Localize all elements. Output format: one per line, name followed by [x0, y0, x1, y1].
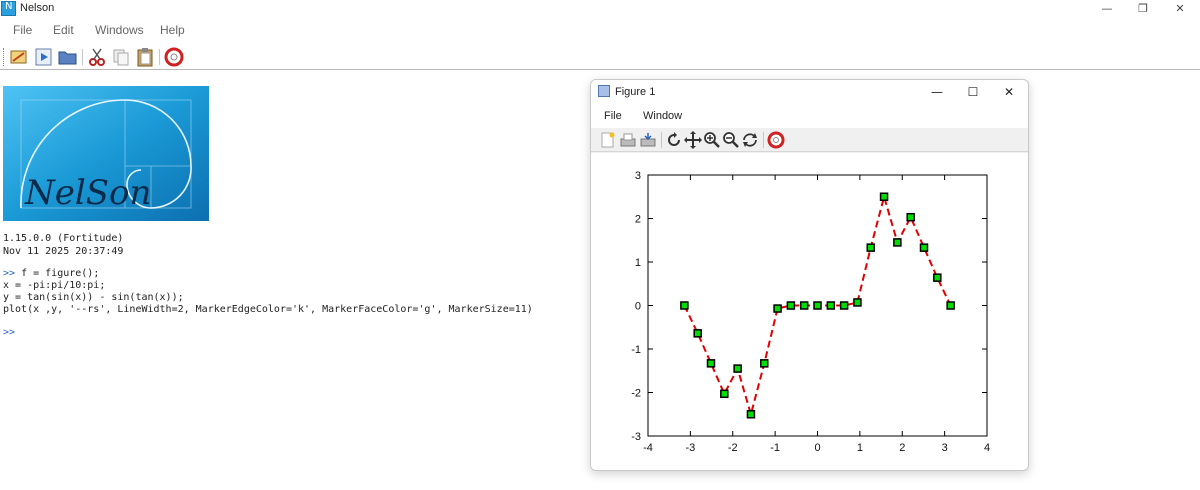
command-text: f = figure();: [15, 268, 100, 279]
app-title: Nelson: [20, 2, 55, 14]
y-tick-label: -2: [631, 388, 641, 400]
console-prompt: >>: [3, 268, 16, 279]
figure-close-button[interactable]: ✕: [991, 80, 1027, 104]
figure-canvas[interactable]: -4 -3 -2 -1 0 1 2 3 4 -3 -2 -1 0 1 2 3: [591, 153, 1028, 470]
cut-icon[interactable]: [87, 47, 107, 67]
x-tick-label: -4: [643, 442, 653, 454]
main-menubar: File Edit Windows Help: [0, 20, 1200, 42]
zoom-out-icon[interactable]: [722, 131, 740, 149]
rotate-icon[interactable]: [665, 131, 683, 149]
version-text: 1.15.0.0 (Fortitude): [3, 233, 124, 244]
data-point-marker: [866, 243, 875, 252]
figure-window: Figure 1 — ☐ ✕ File Window -4 -3 -2 -1 0…: [590, 79, 1029, 471]
build-date-text: Nov 11 2025 20:37:49: [3, 246, 124, 257]
menu-windows[interactable]: Windows: [95, 23, 144, 37]
figure-title: Figure 1: [615, 86, 656, 98]
copy-icon[interactable]: [111, 47, 131, 67]
command-text: x = -pi:pi/10:pi;: [3, 280, 106, 291]
command-text: y = tan(sin(x)) - sin(tan(x));: [3, 292, 184, 303]
data-point-marker: [799, 301, 809, 310]
data-point-marker: [879, 192, 889, 201]
y-tick-label: -1: [631, 344, 641, 356]
figure-icon: [598, 85, 610, 97]
restore-button[interactable]: ❐: [1126, 0, 1160, 18]
editor-icon[interactable]: [9, 47, 29, 67]
data-point-marker: [773, 304, 782, 313]
close-button[interactable]: ✕: [1163, 0, 1197, 18]
figure-maximize-button[interactable]: ☐: [955, 80, 991, 104]
figure-menu-window[interactable]: Window: [643, 110, 682, 122]
toolbar-grip[interactable]: [3, 48, 5, 66]
toolbar-separator: [82, 49, 83, 65]
y-tick-label: -3: [631, 431, 641, 443]
export-icon[interactable]: [639, 131, 657, 149]
help-icon[interactable]: [767, 131, 785, 149]
data-point-marker: [733, 364, 742, 373]
menu-edit[interactable]: Edit: [53, 23, 74, 37]
y-tick-label: 2: [635, 214, 641, 226]
print-icon[interactable]: [619, 131, 637, 149]
menu-file[interactable]: File: [13, 23, 32, 37]
console-input-prompt[interactable]: >>: [3, 327, 15, 338]
figure-menu-file[interactable]: File: [604, 110, 622, 122]
data-point-marker: [693, 329, 702, 338]
data-point-marker: [906, 212, 915, 222]
x-tick-label: 4: [984, 442, 990, 454]
y-tick-label: 0: [635, 301, 641, 313]
data-point-marker: [933, 273, 942, 282]
pan-icon[interactable]: [684, 131, 702, 149]
line-plot: -4 -3 -2 -1 0 1 2 3 4-3-2-10123: [631, 170, 990, 454]
nelson-app-icon: [1, 1, 16, 16]
data-point-marker: [839, 301, 849, 310]
data-point-marker: [706, 359, 716, 368]
x-tick-label: -2: [728, 442, 738, 454]
command-text: plot(x ,y, '--rs', LineWidth=2, MarkerEd…: [3, 304, 533, 315]
data-point-marker: [760, 359, 769, 368]
open-folder-icon[interactable]: [58, 47, 78, 67]
data-point-marker: [813, 301, 822, 310]
help-icon[interactable]: [164, 47, 184, 67]
minimize-button[interactable]: —: [1090, 0, 1124, 18]
data-point-marker: [893, 238, 902, 247]
run-icon[interactable]: [34, 47, 54, 67]
figure-menubar: File Window: [591, 104, 1028, 128]
figure-minimize-button[interactable]: —: [919, 80, 955, 104]
figure-toolbar-separator: [763, 132, 764, 148]
x-tick-label: 2: [899, 442, 905, 454]
data-point-marker: [720, 389, 729, 399]
console-command-line: >> f = figure();: [3, 268, 99, 279]
app-titlebar: Nelson — ❐ ✕: [0, 0, 1200, 18]
y-tick-label: 3: [635, 170, 641, 182]
refresh-icon[interactable]: [741, 131, 759, 149]
data-point-marker: [853, 298, 862, 307]
data-point-marker: [946, 301, 955, 310]
data-point-marker: [919, 243, 929, 252]
figure-titlebar: Figure 1 — ☐ ✕: [591, 80, 1028, 104]
data-point-marker: [680, 301, 689, 310]
x-tick-label: -3: [685, 442, 695, 454]
figure-toolbar-separator: [661, 132, 662, 148]
data-point-marker: [746, 410, 756, 419]
menu-help[interactable]: Help: [160, 23, 185, 37]
x-tick-label: 0: [814, 442, 820, 454]
paste-icon[interactable]: [135, 47, 155, 67]
y-tick-label: 1: [635, 257, 641, 269]
data-point-marker: [786, 301, 796, 310]
main-toolbar: [0, 44, 1200, 70]
x-tick-label: -1: [770, 442, 780, 454]
toolbar-separator: [159, 49, 160, 65]
new-figure-icon[interactable]: [599, 131, 617, 149]
zoom-in-icon[interactable]: [703, 131, 721, 149]
figure-toolbar: [591, 128, 1028, 152]
nelson-logo: NelSon: [3, 86, 209, 221]
logo-text: NelSon: [24, 173, 151, 213]
data-point-marker: [826, 301, 836, 310]
x-tick-label: 3: [942, 442, 948, 454]
x-tick-label: 1: [857, 442, 863, 454]
